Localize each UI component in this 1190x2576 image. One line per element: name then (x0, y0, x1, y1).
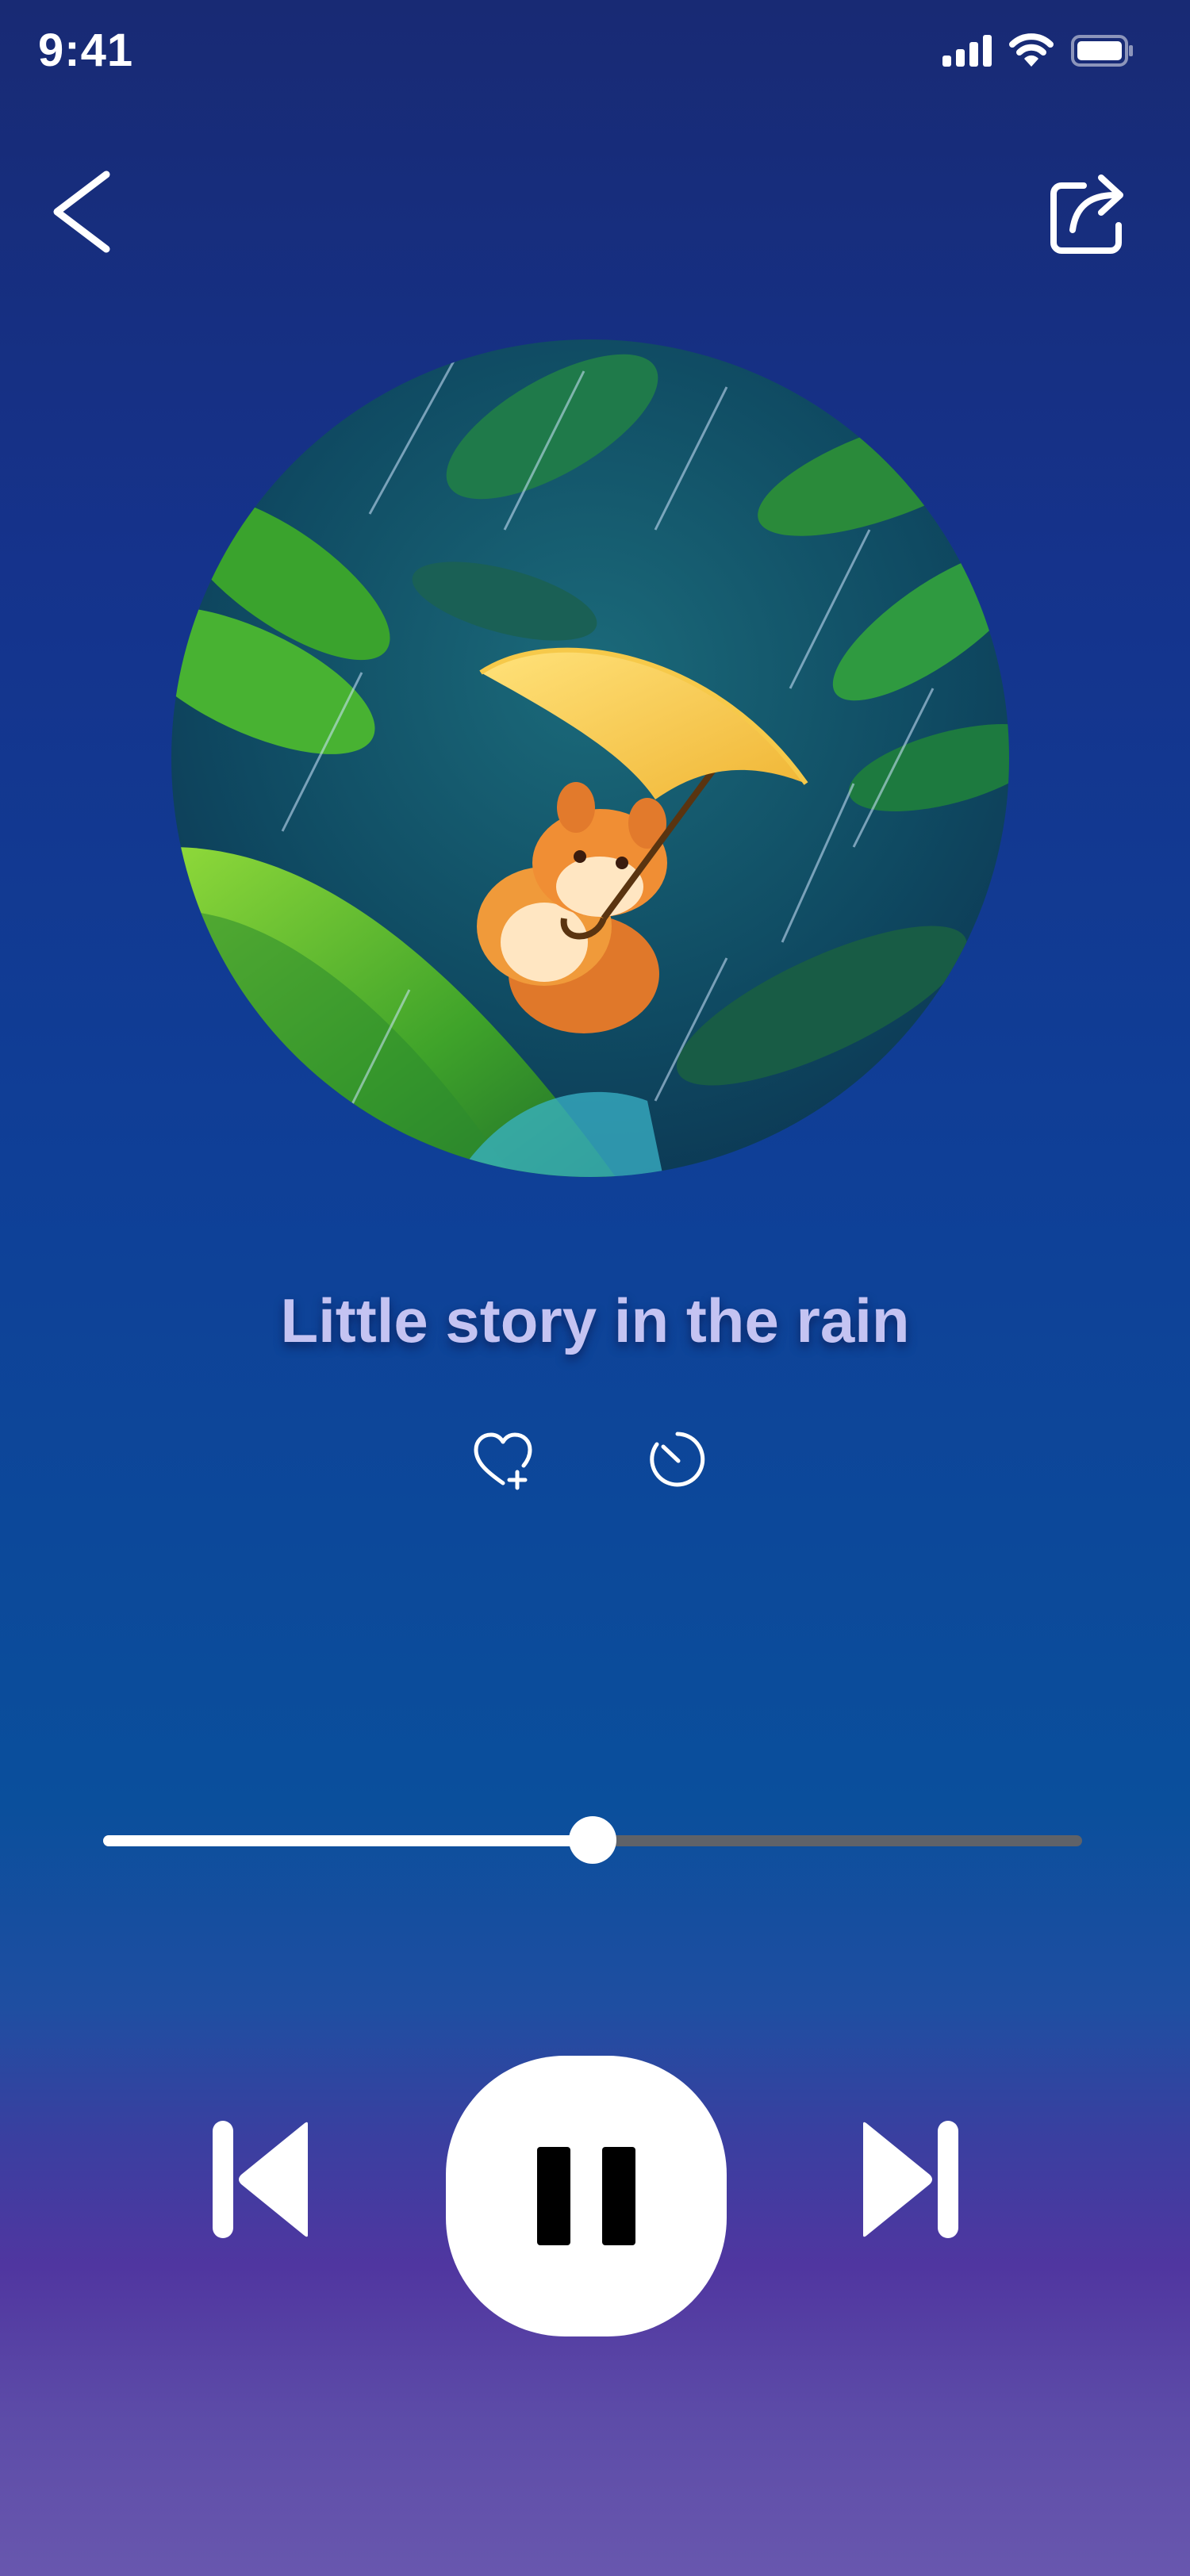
status-bar: 9:41 (0, 0, 1190, 111)
sleep-timer-button[interactable] (646, 1428, 709, 1491)
playback-progress-slider[interactable] (103, 1816, 1082, 1864)
share-icon (1050, 174, 1123, 254)
share-button[interactable] (1049, 168, 1128, 255)
progress-thumb[interactable] (569, 1816, 616, 1864)
status-icons (942, 33, 1134, 67)
track-title: Little story in the rain (280, 1286, 910, 1355)
pause-button[interactable] (446, 2056, 727, 2336)
battery-icon (1071, 35, 1134, 67)
chevron-left-icon (53, 171, 110, 253)
album-artwork (171, 339, 1009, 1177)
cellular-signal-icon (942, 35, 992, 67)
skip-previous-icon (213, 2121, 308, 2238)
previous-track-button[interactable] (209, 2119, 314, 2240)
wifi-icon (1009, 33, 1054, 67)
skip-next-icon (863, 2121, 958, 2238)
next-track-button[interactable] (857, 2119, 962, 2240)
status-time: 9:41 (38, 25, 134, 76)
add-favorite-button[interactable] (471, 1428, 535, 1491)
progress-fill (103, 1835, 593, 1846)
heart-add-icon (474, 1432, 532, 1490)
back-button[interactable] (46, 168, 119, 255)
pause-icon (537, 2147, 635, 2245)
sleep-timer-icon (650, 1432, 705, 1487)
